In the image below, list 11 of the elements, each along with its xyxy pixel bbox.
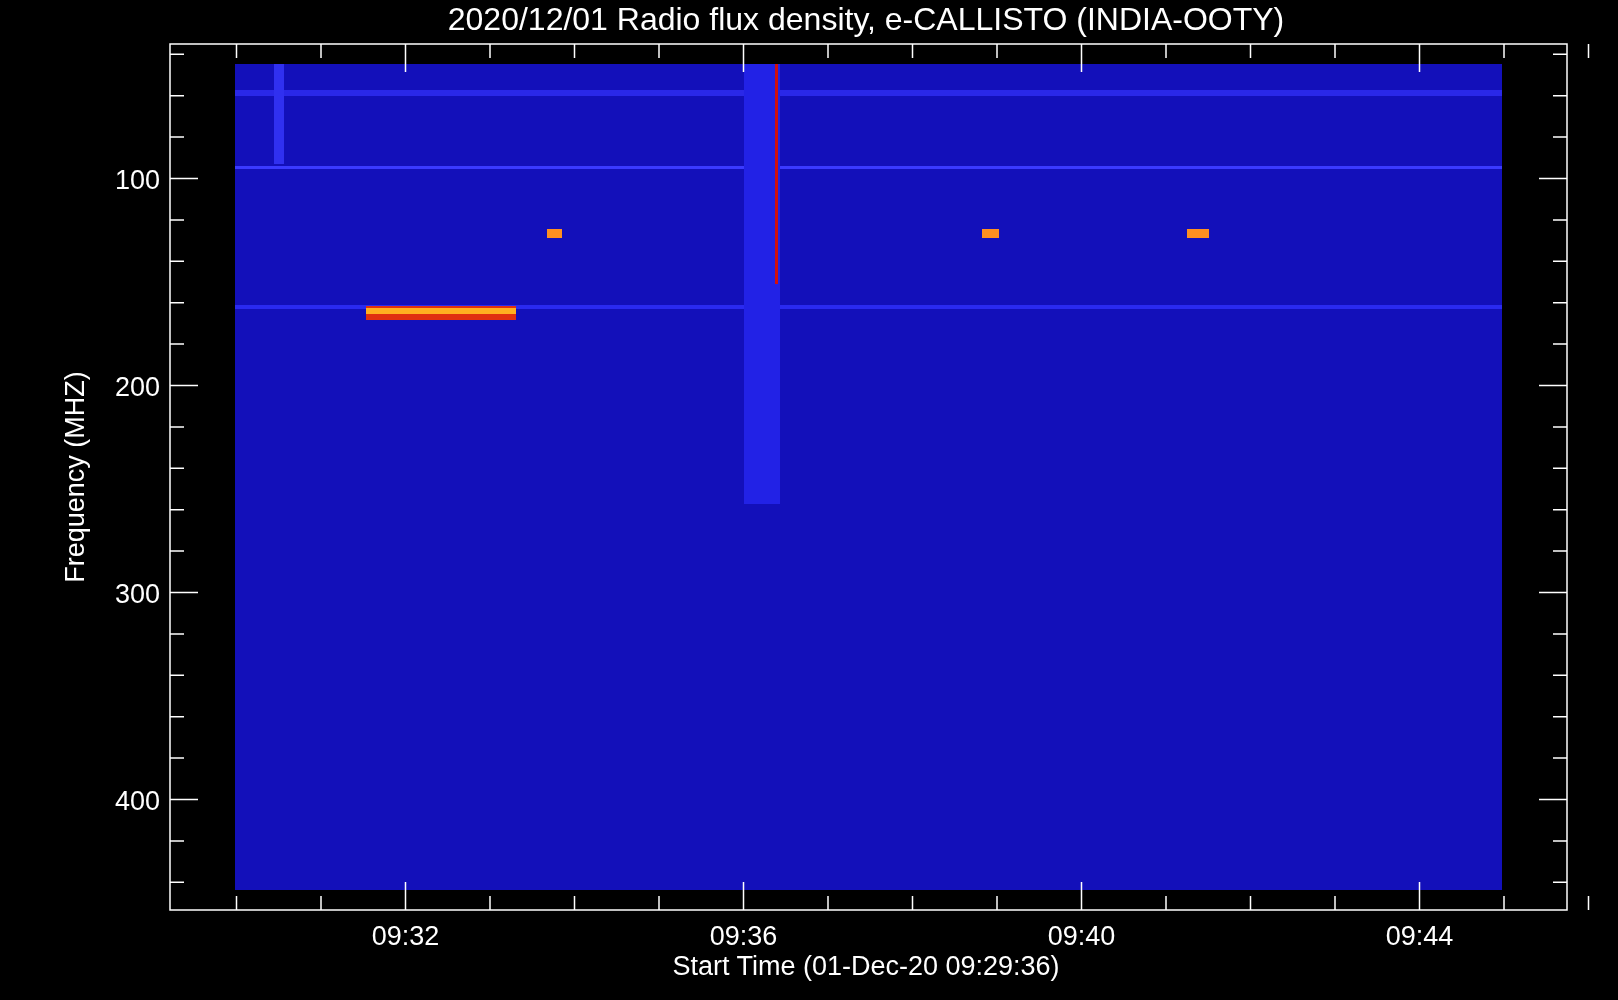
axis-label: Start Time (01-Dec-20 09:29:36) bbox=[672, 951, 1060, 981]
tick-label: 200 bbox=[114, 371, 160, 402]
tick-label: 09:44 bbox=[1385, 921, 1454, 951]
tick-label: 100 bbox=[114, 164, 160, 195]
tick-label: 09:36 bbox=[709, 921, 778, 951]
tick-label: 300 bbox=[114, 578, 160, 609]
tick-label: 09:32 bbox=[371, 921, 440, 951]
tick-label: 400 bbox=[114, 785, 160, 816]
tick-label: 09:40 bbox=[1047, 921, 1116, 951]
axis-label: Frequency (MHZ) bbox=[60, 371, 90, 583]
chart-title: 2020/12/01 Radio flux density, e-CALLISTO (INDIA-OOTY) bbox=[447, 1, 1285, 37]
